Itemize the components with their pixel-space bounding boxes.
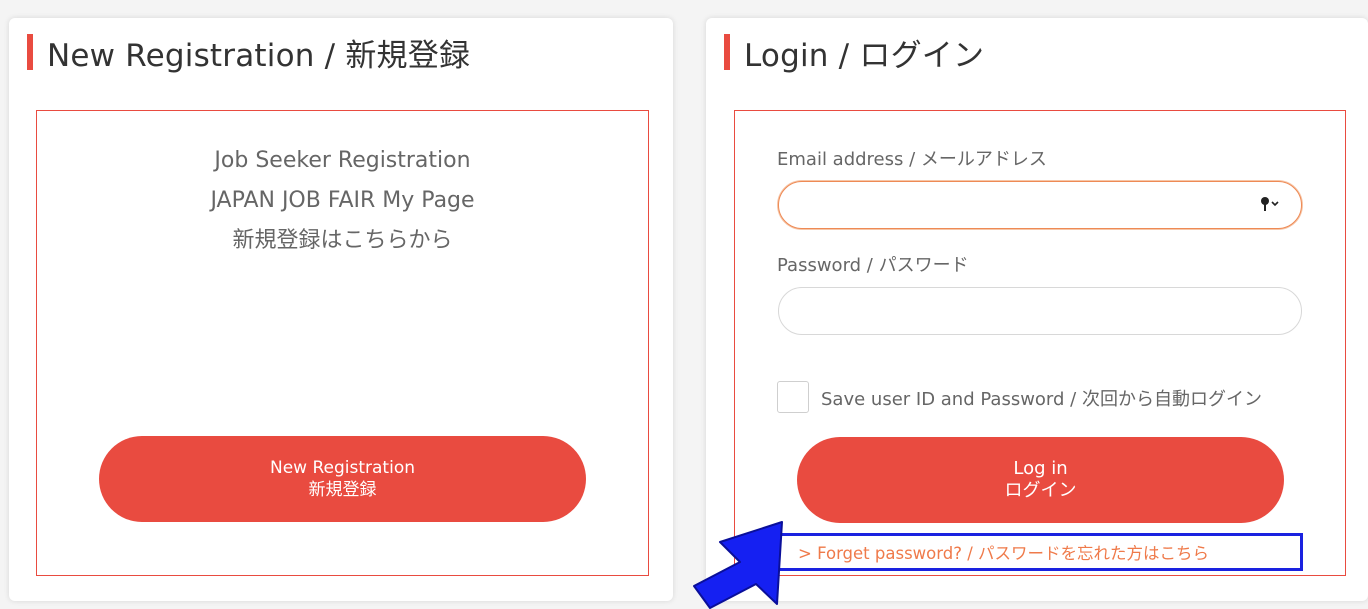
registration-title-text: New Registration / 新規登録 [47,37,471,74]
login-button-label-en: Log in [1013,458,1068,479]
login-card: Login / ログイン Email address / メールアドレス Pas… [706,18,1368,601]
email-field[interactable] [778,181,1302,229]
intro-line-3: 新規登録はこちらから [232,228,453,253]
intro-line-2: JAPAN JOB FAIR My Page [210,188,475,213]
blue-arrow-icon [693,521,783,609]
login-frame: Email address / メールアドレス Password / パスワード… [734,110,1346,576]
registration-card: New Registration / 新規登録 Job Seeker Regis… [9,18,673,601]
registration-title: New Registration / 新規登録 [27,32,471,74]
login-title-text: Login / ログイン [744,37,985,74]
remember-label[interactable]: Save user ID and Password / 次回から自動ログイン [821,385,1262,411]
new-registration-button-label-en: New Registration [270,458,415,478]
registration-frame: Job Seeker Registration JAPAN JOB FAIR M… [36,110,649,576]
forgot-password-link[interactable]: > Forget password? / パスワードを忘れた方はこちら [777,533,1303,571]
new-registration-button[interactable]: New Registration 新規登録 [99,436,586,522]
title-accent-bar [27,34,33,70]
key-icon[interactable] [1259,195,1281,215]
login-button-label-ja: ログイン [1004,480,1077,501]
password-label: Password / パスワード [777,255,969,276]
login-title: Login / ログイン [724,32,985,74]
registration-intro: Job Seeker Registration JAPAN JOB FAIR M… [37,141,648,261]
intro-line-1: Job Seeker Registration [214,148,471,173]
password-field[interactable] [778,287,1302,335]
email-label: Email address / メールアドレス [777,149,1047,170]
login-button[interactable]: Log in ログイン [797,437,1284,523]
remember-checkbox[interactable] [777,381,809,413]
new-registration-button-label-ja: 新規登録 [308,480,377,500]
forgot-password-text[interactable]: > Forget password? / パスワードを忘れた方はこちら [798,540,1209,564]
title-accent-bar [724,34,730,70]
